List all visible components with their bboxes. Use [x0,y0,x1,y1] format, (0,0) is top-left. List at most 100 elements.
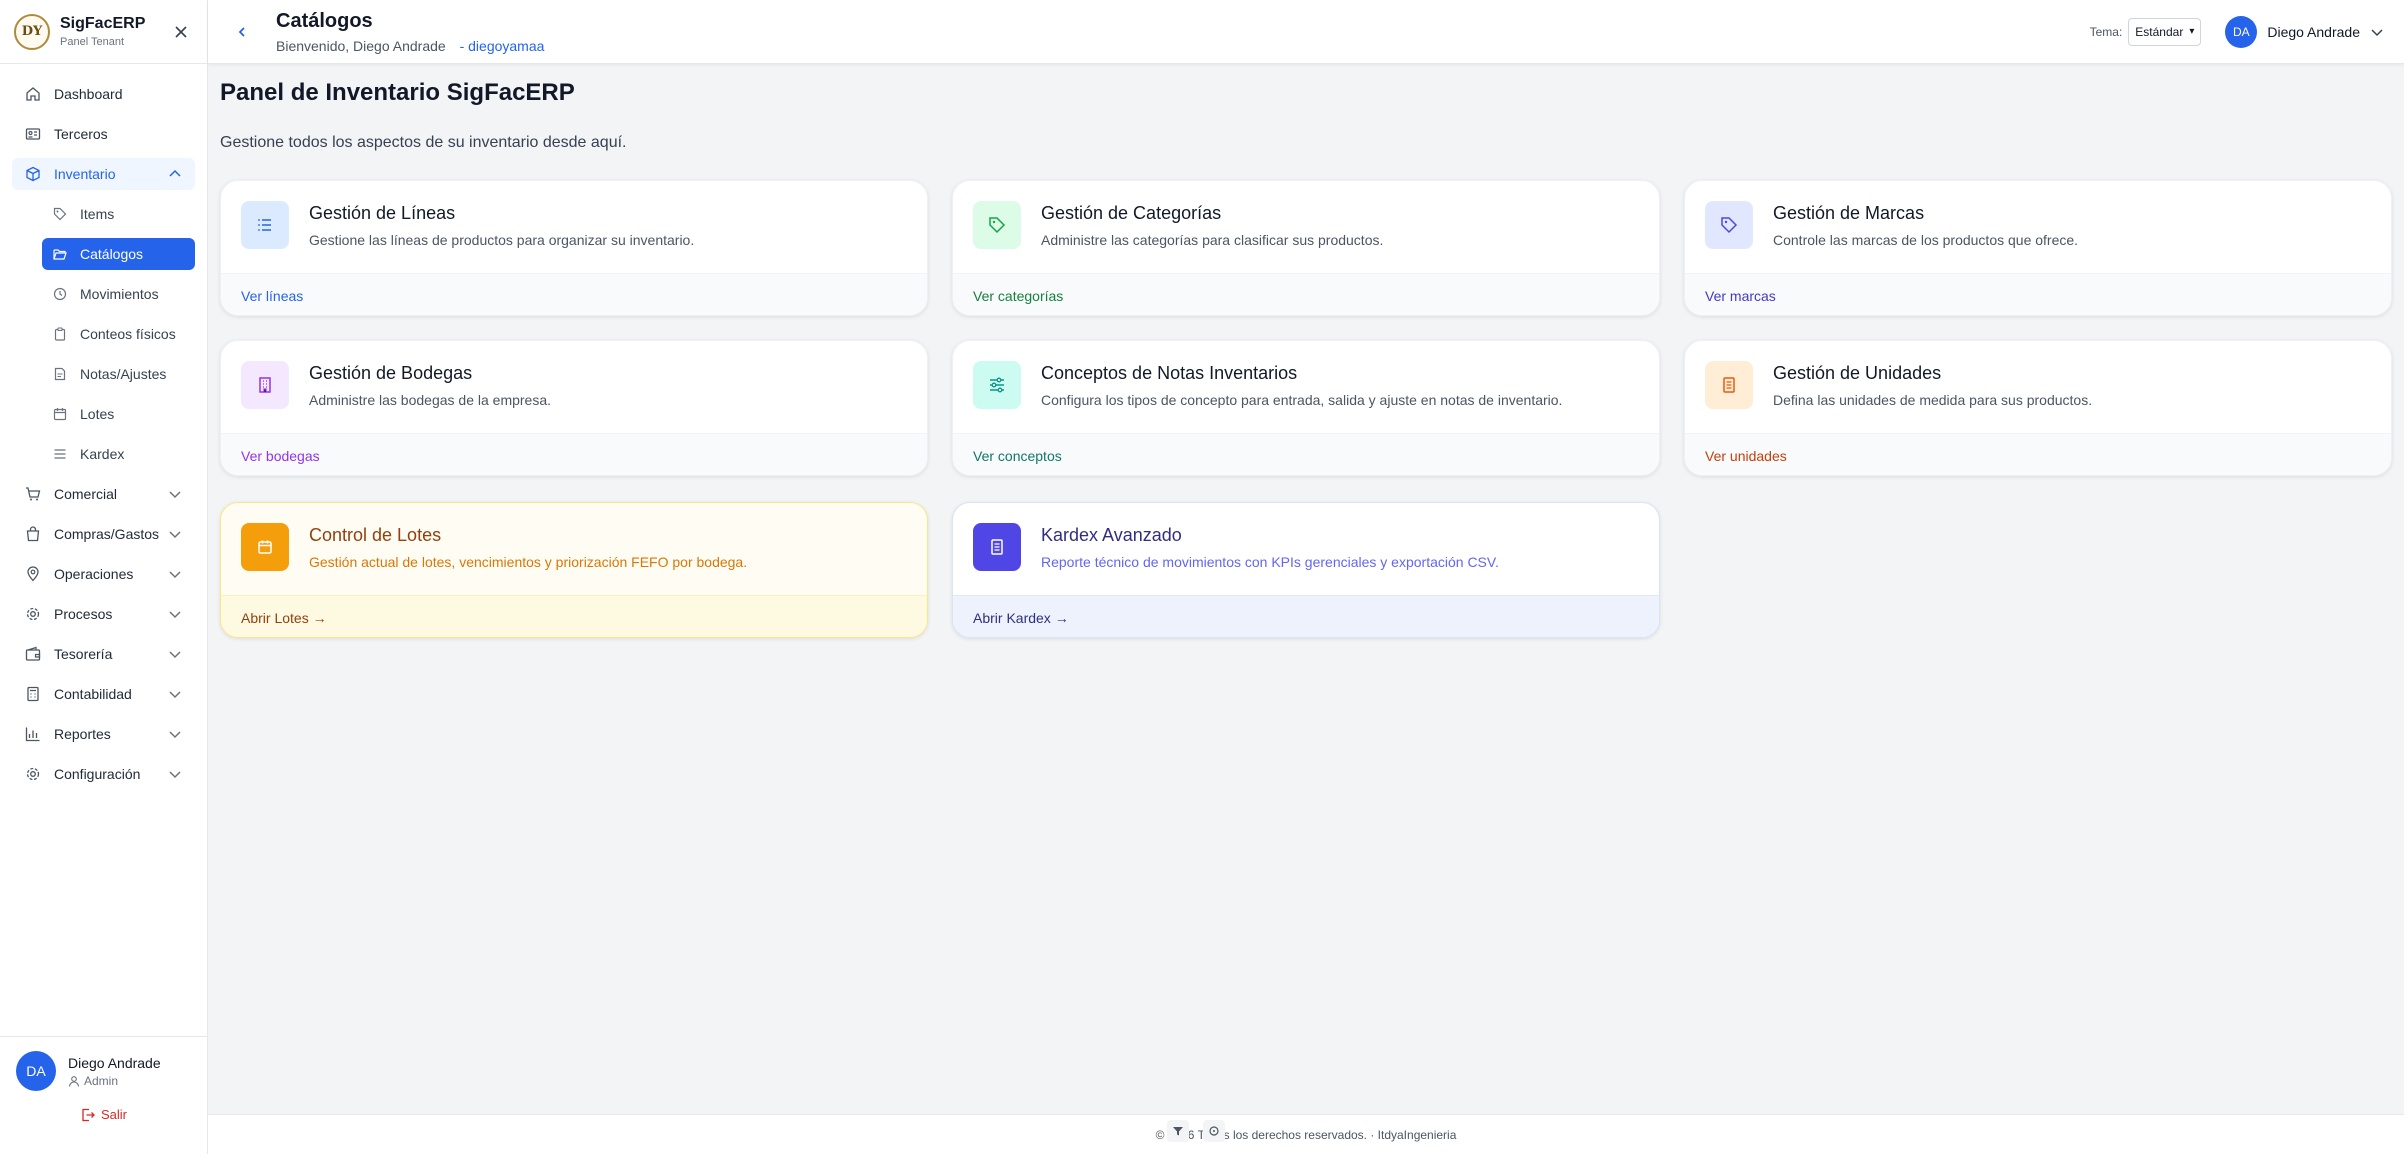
sidebar-subitem-movimientos[interactable]: Movimientos [42,278,195,310]
sidebar-item-label: Configuración [54,766,141,782]
logout-button[interactable]: Salir [16,1107,192,1122]
card-title: Gestión de Categorías [1041,203,1222,223]
sidebar-user-role: Admin [68,1074,161,1088]
tag-icon [1705,201,1753,249]
chevron-down-icon [167,726,183,742]
folder-open-icon [52,246,68,262]
card-description: Gestión actual de lotes, vencimientos y … [309,554,748,570]
building-icon [241,361,289,409]
sidebar-item-label: Tesorería [54,646,113,662]
chevron-left-icon [238,26,245,37]
header-titles: Catálogos Bienvenido, Diego Andrade - di… [276,10,544,54]
calendar-icon [52,406,68,422]
card-description: Administre las bodegas de la empresa. [309,392,552,408]
sidebar-item-tesoreria[interactable]: Tesorería [12,638,195,670]
user-menu[interactable]: DA Diego Andrade [2225,15,2384,48]
sidebar-user: DA Diego Andrade Admin [16,1051,192,1091]
sidebar-subitem-label: Kardex [80,446,125,462]
sidebar-subitem-label: Conteos físicos [80,326,176,342]
page-description: Gestione todos los aspectos de su invent… [220,134,627,151]
filter-icon[interactable] [1167,1120,1189,1142]
card-link-ver-conceptos[interactable]: Ver conceptos [953,433,1659,475]
target-icon[interactable] [1203,1120,1225,1142]
card-title: Gestión de Bodegas [309,363,473,383]
card-text: Gestión de Categorías Administre las cat… [1041,203,1383,248]
card-description: Controle las marcas de los productos que… [1773,232,2079,248]
card-description: Reporte técnico de movimientos con KPIs … [1041,554,1499,570]
sidebar-item-compras[interactable]: Compras/Gastos [12,518,195,550]
theme-label: Tema: [2089,24,2123,39]
sidebar-item-reportes[interactable]: Reportes [12,718,195,750]
tag-icon [973,201,1021,249]
sliders-icon [973,361,1021,409]
list-icon [241,201,289,249]
sidebar-subitem-catalogos[interactable]: Catálogos [42,238,195,270]
chevron-down-icon [167,606,183,622]
card-text: Kardex Avanzado Reporte técnico de movim… [1041,525,1499,570]
sidebar-subitem-kardex[interactable]: Kardex [42,438,195,470]
page-title: Panel de Inventario SigFacERP [220,79,575,106]
document-icon [1705,361,1753,409]
sidebar-item-contabilidad[interactable]: Contabilidad [12,678,195,710]
card-body: Gestión de Líneas Gestione las líneas de… [221,181,927,273]
sidebar-item-label: Terceros [54,126,108,142]
clipboard-icon [52,326,68,342]
card-control-lotes: Control de Lotes Gestión actual de lotes… [220,502,928,638]
sidebar-item-procesos[interactable]: Procesos [12,598,195,630]
card-link-ver-categorias[interactable]: Ver categorías [953,273,1659,315]
theme-select[interactable]: Estándar ▾ [2128,17,2202,46]
card-kardex-avanzado: Kardex Avanzado Reporte técnico de movim… [952,502,1660,638]
calendar-icon [241,523,289,571]
back-button[interactable] [228,18,256,46]
sidebar-item-configuracion[interactable]: Configuración [12,758,195,790]
card-body: Gestión de Bodegas Administre las bodega… [221,341,927,433]
sidebar-item-operaciones[interactable]: Operaciones [12,558,195,590]
chevron-up-icon [167,166,183,182]
sidebar-subitem-label: Items [80,206,115,222]
username-link[interactable]: - diegoyamaa [460,38,545,54]
avatar: DA [2225,15,2258,48]
gear-icon [24,765,42,783]
cart-icon [24,485,42,503]
sidebar-item-dashboard[interactable]: Dashboard [12,78,195,110]
bag-icon [24,525,42,543]
card-link-abrir-lotes[interactable]: Abrir Lotes → [221,595,927,637]
wallet-icon [24,645,42,663]
card-title: Control de Lotes [309,525,442,545]
card-title: Conceptos de Notas Inventarios [1041,363,1298,383]
page-footer: © 2026 Todos los derechos reservados. · … [208,1114,2404,1154]
sidebar-subitem-notas[interactable]: Notas/Ajustes [42,358,195,390]
logout-icon [82,1108,95,1121]
chevron-down-icon: ▾ [2189,26,2195,37]
card-body: Control de Lotes Gestión actual de lotes… [221,503,927,595]
sidebar-item-label: Compras/Gastos [54,526,160,542]
sidebar-subitem-label: Notas/Ajustes [80,366,167,382]
card-link-abrir-kardex[interactable]: Abrir Kardex → [953,595,1659,637]
card-link-ver-unidades[interactable]: Ver unidades [1685,433,2391,475]
card-link-ver-lineas[interactable]: Ver líneas [221,273,927,315]
card-body: Gestión de Categorías Administre las cat… [953,181,1659,273]
chevron-down-icon [167,566,183,582]
sidebar-item-label: Contabilidad [54,686,132,702]
chevron-down-icon [167,486,183,502]
chevron-down-icon [167,646,183,662]
home-icon [24,85,42,103]
card-description: Administre las categorías para clasifica… [1041,232,1384,248]
sidebar-subitem-items[interactable]: Items [42,198,195,230]
sidebar-item-terceros[interactable]: Terceros [12,118,195,150]
card-lineas: Gestión de Líneas Gestione las líneas de… [220,180,928,316]
chevron-down-icon [167,766,183,782]
card-link-ver-marcas[interactable]: Ver marcas [1685,273,2391,315]
top-header: Catálogos Bienvenido, Diego Andrade - di… [208,0,2404,64]
theme-select-value: Estándar [2135,24,2184,39]
close-sidebar-button[interactable] [169,20,193,44]
sidebar-item-inventario[interactable]: Inventario [12,158,195,190]
card-unidades: Gestión de Unidades Defina las unidades … [1684,340,2392,476]
sidebar-item-comercial[interactable]: Comercial [12,478,195,510]
sidebar-subitem-conteos[interactable]: Conteos físicos [42,318,195,350]
sidebar-subitem-lotes[interactable]: Lotes [42,398,195,430]
floating-toolbar [1167,1118,1225,1144]
card-body: Conceptos de Notas Inventarios Configura… [953,341,1659,433]
card-link-ver-bodegas[interactable]: Ver bodegas [221,433,927,475]
chevron-down-icon [2371,28,2383,36]
